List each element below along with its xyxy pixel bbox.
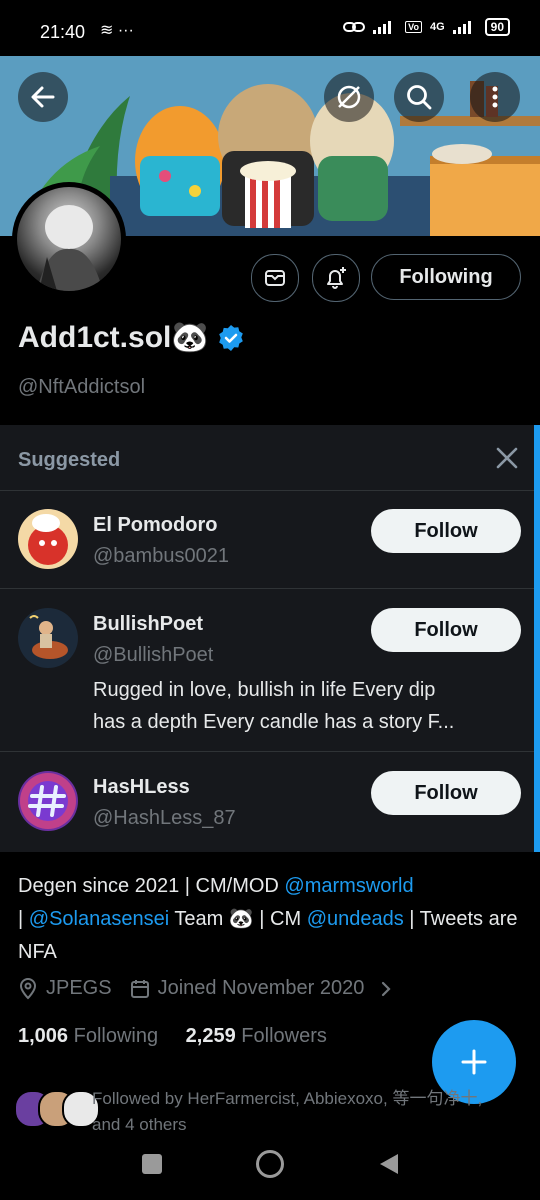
more-button[interactable] <box>470 72 520 122</box>
following-count: 1,006 <box>18 1025 69 1047</box>
mention-link-solanasensei[interactable]: @Solanasensei <box>29 908 169 930</box>
mention-link-undeads[interactable]: @undeads <box>307 908 404 930</box>
suggested-title: Suggested <box>18 449 121 471</box>
plus-icon <box>461 1049 487 1075</box>
signal-icon <box>373 21 392 34</box>
following-stat-label: Following <box>73 1025 159 1047</box>
followers-count: 2,259 <box>185 1025 236 1047</box>
followers-stat[interactable]: 2,259 Followers <box>186 1025 327 1047</box>
suggestion-name[interactable]: BullishPoet <box>93 613 203 636</box>
message-button[interactable] <box>251 254 299 302</box>
mention-link-marmsworld[interactable]: @marmsworld <box>284 875 413 897</box>
volte-icon: Vo <box>405 21 422 33</box>
signal-icon-2 <box>452 21 471 34</box>
bio-text: Team 🐼 | CM <box>169 908 307 930</box>
back-button[interactable] <box>18 72 68 122</box>
follow-button[interactable]: Follow <box>371 608 521 652</box>
following-button[interactable]: Following <box>371 254 521 300</box>
chevron-right-icon[interactable] <box>378 979 394 999</box>
profile-stats: 1,006 Following 2,259 Followers <box>18 1025 327 1048</box>
more-vertical-icon <box>492 86 498 108</box>
profile-meta: JPEGS Joined November 2020 <box>18 977 394 1000</box>
followed-by-text[interactable]: Followed by HerFarmercist, Abbiexoxo, 等一… <box>92 1086 512 1138</box>
status-right-icons: Vo 4G 90 <box>343 18 510 36</box>
profile-bio: Degen since 2021 | CM/MOD @marmsworld | @… <box>18 870 518 969</box>
profile-name-row: Add1ct.sol🐼 <box>18 320 245 355</box>
followed-by-avatars[interactable] <box>14 1090 100 1128</box>
suggestion-avatar-el-pomodoro[interactable] <box>18 509 78 569</box>
close-suggested-button[interactable] <box>493 444 521 472</box>
suggestion-handle: @bambus0021 <box>93 545 229 567</box>
search-icon <box>407 85 432 110</box>
suggestion-divider <box>0 588 534 589</box>
system-nav-bar <box>0 1132 540 1200</box>
suggestion-bio-line: Rugged in love, bullish in life Every di… <box>93 679 436 701</box>
status-left-icons: ≋ ··· <box>100 22 134 39</box>
suggested-divider <box>0 490 534 491</box>
follow-button[interactable]: Follow <box>371 509 521 553</box>
suggestion-avatar-bullishpoet[interactable] <box>18 608 78 668</box>
profile-location: JPEGS <box>46 977 112 999</box>
home-button[interactable] <box>256 1150 284 1178</box>
suggestion-avatar-hashless[interactable] <box>18 771 78 831</box>
recent-apps-button[interactable] <box>142 1154 162 1174</box>
followers-stat-label: Followers <box>241 1025 327 1047</box>
profile-joined: Joined November 2020 <box>157 977 365 999</box>
suggestion-divider <box>0 751 534 752</box>
battery-indicator: 90 <box>484 18 510 36</box>
suggestion-handle: @HashLess_87 <box>93 807 236 829</box>
suggested-scroll-indicator <box>534 425 540 852</box>
suggestion-bio: Rugged in love, bullish in life Every di… <box>93 674 508 738</box>
bio-text: | <box>18 908 29 930</box>
following-stat[interactable]: 1,006 Following <box>18 1025 158 1047</box>
notifications-button[interactable] <box>312 254 360 302</box>
suggestion-handle: @BullishPoet <box>93 644 214 666</box>
hide-button[interactable] <box>324 72 374 122</box>
bell-plus-icon <box>327 267 346 289</box>
suggestion-name[interactable]: El Pomodoro <box>93 514 217 537</box>
status-time: 21:40 <box>40 22 86 42</box>
back-nav-icon[interactable] <box>378 1152 400 1176</box>
follow-button[interactable]: Follow <box>371 771 521 815</box>
close-icon <box>496 447 518 469</box>
profile-handle: @NftAddictsol <box>18 376 146 398</box>
network-label: 4G <box>429 21 445 33</box>
profile-avatar[interactable] <box>12 182 126 296</box>
profile-name: Add1ct.sol🐼 <box>18 321 209 354</box>
bio-text: Degen since 2021 | CM/MOD <box>18 875 285 897</box>
status-bar: 21:40 ≋ ··· Vo 4G 90 <box>0 0 540 56</box>
back-arrow-icon <box>31 86 55 108</box>
suggestion-name[interactable]: HasHLess <box>93 776 190 799</box>
avatar-image <box>17 187 121 291</box>
link-icon <box>343 22 366 32</box>
search-button[interactable] <box>394 72 444 122</box>
location-icon <box>19 977 37 999</box>
hide-icon <box>337 85 361 109</box>
suggestion-bio-line: has a depth Every candle has a story F..… <box>93 711 455 733</box>
mail-icon <box>265 270 285 286</box>
calendar-icon <box>130 979 149 998</box>
verified-badge-icon[interactable] <box>217 324 245 352</box>
